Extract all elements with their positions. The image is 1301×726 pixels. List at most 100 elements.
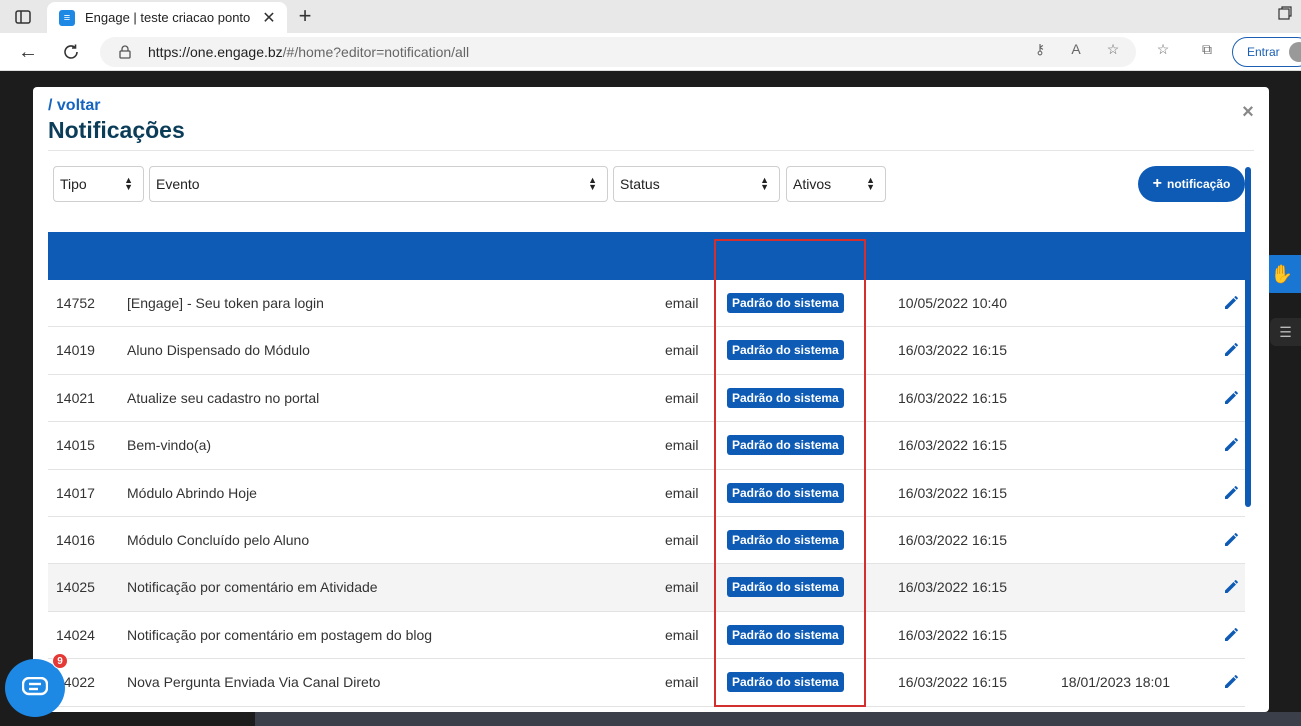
engage-favicon-icon: ≡ [59, 9, 75, 26]
scrollbar[interactable] [1245, 167, 1251, 507]
edit-pencil-icon[interactable] [1222, 577, 1240, 595]
table-row: 14025 Notificação por comentário em Ativi… [48, 564, 1245, 612]
notification-type: email [665, 531, 699, 548]
notification-type: email [665, 437, 699, 454]
chat-badge: 9 [52, 653, 68, 669]
created-date: 16/03/2022 16:15 [898, 389, 1007, 406]
list-icon[interactable]: ☰ [1270, 318, 1301, 346]
select-arrows-icon: ▲ ▼ [760, 175, 769, 192]
status-column-highlight [714, 239, 866, 707]
created-date: 10/05/2022 10:40 [898, 295, 1007, 311]
select-arrows-icon: ▲ ▼ [866, 175, 875, 192]
notification-id: 14017 [56, 484, 95, 501]
notification-id: 14016 [56, 531, 95, 548]
add-notification-button[interactable]: + notificação [1138, 166, 1245, 202]
browser-tab-bar: ≡ Engage | teste criacao ponto ✕ + [0, 0, 1301, 33]
tab-title: Engage | teste criacao ponto [85, 10, 251, 25]
collections-icon[interactable]: ⧉ [1198, 40, 1216, 58]
notification-type: email [665, 389, 699, 406]
favorites-icon[interactable]: ☆ [1154, 40, 1172, 58]
table-row: 14022 Nova Pergunta Enviada Via Canal Dir… [48, 659, 1245, 707]
edit-pencil-icon[interactable] [1222, 483, 1240, 501]
notification-type: email [665, 626, 699, 643]
avatar [1289, 42, 1301, 62]
page-title: Notificações [48, 117, 185, 143]
edit-pencil-icon[interactable] [1222, 388, 1240, 406]
url-path: /#/home?editor=notification/all [282, 44, 470, 60]
created-date: 16/03/2022 16:15 [898, 484, 1007, 501]
notification-type: email [665, 342, 699, 359]
url-field[interactable]: https://one.engage.bz/#/home?editor=noti… [100, 37, 1136, 67]
ativos-select[interactable]: Ativos ▲ ▼ [786, 166, 886, 202]
background-footer-strip [255, 712, 1301, 726]
created-date: 16/03/2022 16:15 [898, 674, 1007, 691]
edit-pencil-icon[interactable] [1222, 435, 1240, 453]
signin-label: Entrar [1247, 45, 1280, 59]
evento-select[interactable]: Evento ▲ ▼ [149, 166, 608, 202]
table-row: 14021 Atualize seu cadastro no portal emai… [48, 374, 1245, 423]
notification-id: 14024 [56, 626, 95, 643]
table-row: 14024 Notificação por comentário em posta… [48, 611, 1245, 660]
notification-name: Atualize seu cadastro no portal [127, 389, 320, 406]
table-row: 14019 Aluno Dispensado do Módulo email Padr… [48, 327, 1245, 375]
url-host: https://one.engage.bz [148, 44, 283, 60]
notifications-modal: / voltar Notificações × Tipo ▲ ▼ Evento ▲… [33, 87, 1269, 712]
window-restore-icon[interactable] [1278, 6, 1298, 26]
notification-name: [Engage] - Seu token para login [127, 295, 324, 311]
notification-name: Notificação por comentário em Atividade [127, 579, 378, 596]
close-icon[interactable]: × [1239, 101, 1257, 123]
key-icon[interactable]: ⚷ [1031, 40, 1049, 58]
refresh-icon[interactable] [57, 38, 85, 66]
plus-icon: + [1152, 175, 1162, 192]
notification-name: Módulo Abrindo Hoje [127, 484, 257, 501]
select-arrows-icon: ▲ ▼ [124, 175, 133, 192]
edit-pencil-icon[interactable] [1222, 672, 1240, 690]
read-aloud-icon[interactable]: A [1067, 40, 1085, 58]
tab-close-icon[interactable]: ✕ [259, 8, 279, 28]
table-row: 14015 Bem-vindo(a) email Padrão do sistema 1… [48, 422, 1245, 470]
notification-type: email [665, 674, 699, 691]
notification-type: email [665, 484, 699, 501]
back-link[interactable]: / voltar [48, 97, 100, 115]
tipo-select-value: Tipo [60, 176, 87, 192]
back-arrow-icon[interactable]: ← [14, 38, 42, 66]
table-header [48, 232, 1245, 280]
status-select[interactable]: Status ▲ ▼ [613, 166, 780, 202]
edit-pencil-icon[interactable] [1222, 625, 1240, 643]
notification-id: 14021 [56, 389, 95, 406]
divider [48, 150, 1254, 151]
notification-name: Nova Pergunta Enviada Via Canal Direto [127, 674, 381, 691]
url-text: https://one.engage.bz/#/home?editor=noti… [148, 44, 469, 60]
notification-name: Módulo Concluído pelo Aluno [127, 531, 310, 548]
chat-bubble-icon [22, 677, 48, 696]
edit-pencil-icon[interactable] [1222, 293, 1240, 311]
signin-button[interactable]: Entrar [1232, 37, 1301, 67]
created-date: 16/03/2022 16:15 [898, 437, 1007, 454]
add-favorite-icon[interactable]: ☆ [1104, 40, 1122, 58]
notification-type: email [665, 295, 699, 311]
notification-name: Bem-vindo(a) [127, 437, 212, 454]
created-date: 16/03/2022 16:15 [898, 342, 1007, 359]
lock-icon [119, 45, 131, 59]
status-select-value: Status [620, 176, 660, 192]
table-row: 14752 [Engage] - Seu token para login emai… [48, 280, 1245, 328]
updated-date: 18/01/2023 18:01 [1061, 674, 1170, 691]
created-date: 16/03/2022 16:15 [898, 626, 1007, 643]
created-date: 16/03/2022 16:15 [898, 579, 1007, 596]
notification-id: 14019 [56, 342, 95, 359]
notification-name: Notificação por comentário em postagem d… [127, 626, 433, 643]
edit-pencil-icon[interactable] [1222, 340, 1240, 358]
edit-pencil-icon[interactable] [1222, 530, 1240, 548]
notification-name: Aluno Dispensado do Módulo [127, 342, 310, 359]
created-date: 16/03/2022 16:15 [898, 531, 1007, 548]
browser-tab[interactable]: ≡ Engage | teste criacao ponto ✕ [47, 2, 287, 33]
notification-id: 14025 [56, 579, 95, 596]
notification-id: 14015 [56, 437, 95, 454]
table-row: 14017 Módulo Abrindo Hoje email Padrão do s… [48, 469, 1245, 517]
add-notification-label: notificação [1166, 177, 1231, 191]
new-tab-icon[interactable]: + [292, 3, 318, 28]
tipo-select[interactable]: Tipo ▲ ▼ [53, 166, 144, 202]
notification-type: email [665, 579, 699, 596]
ativos-select-value: Ativos [793, 176, 832, 192]
tab-actions-icon[interactable] [10, 6, 36, 28]
